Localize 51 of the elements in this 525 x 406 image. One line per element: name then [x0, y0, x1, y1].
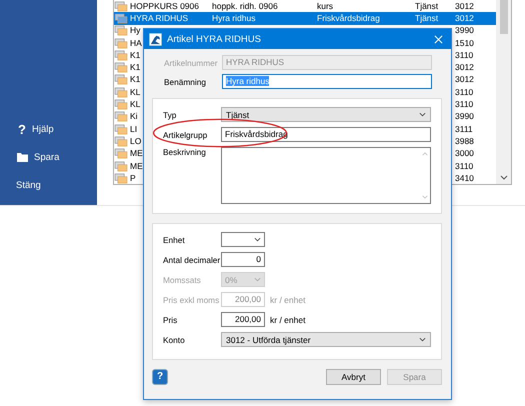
field-label: Pris — [163, 314, 178, 324]
table-cell: P — [130, 172, 136, 184]
table-cell: K1 — [130, 74, 140, 86]
table-cell: 3012 — [455, 0, 474, 12]
table-cell: hoppk. ridh. 0906 — [212, 0, 278, 12]
table-cell: 3000 — [455, 148, 474, 160]
table-cell: 3110 — [455, 99, 474, 110]
table-cell: 3012 — [455, 62, 474, 74]
table-cell: Hy — [130, 25, 140, 36]
unit-label: kr / enhet — [270, 294, 306, 304]
table-cell: 3110 — [455, 86, 474, 98]
table-cell: KL — [130, 86, 140, 98]
table-cell: kurs — [317, 0, 334, 12]
table-cell: LO — [130, 136, 142, 147]
table-cell: 3110 — [455, 50, 474, 61]
table-cell: Tjänst — [415, 12, 438, 24]
table-cell: 3988 — [455, 136, 474, 147]
field-label: Typ — [163, 110, 176, 120]
table-cell: ME — [130, 148, 143, 160]
field-label: Enhet — [163, 234, 185, 244]
table-cell: 3990 — [455, 25, 474, 36]
table-cell: 3110 — [455, 160, 474, 172]
table-cell: 3012 — [455, 12, 474, 24]
table-cell: Ki — [130, 111, 138, 122]
table-cell: 3111 — [455, 124, 473, 135]
field-label: Pris exkl moms — [163, 294, 220, 304]
table-cell: Hyra ridhus — [212, 12, 256, 24]
table-cell: KL — [130, 99, 140, 110]
table-cell: HOPPKURS 0906 — [130, 0, 199, 12]
unit-label: kr / enhet — [270, 314, 306, 324]
field-label: Konto — [163, 334, 185, 344]
field-label: Antal decimaler — [163, 254, 220, 264]
field-label: Artikelnummer — [164, 58, 218, 68]
table-cell: ME — [130, 160, 143, 172]
table-cell: HYRA RIDHUS — [130, 12, 188, 24]
table-cell: 3990 — [455, 111, 474, 122]
field-label: Momssats — [163, 274, 201, 284]
table-cell: Friskvårdsbidrag — [317, 12, 380, 24]
field-label: Benämning — [164, 76, 206, 86]
table-cell: K1 — [130, 50, 140, 61]
table-cell: LI — [130, 124, 138, 135]
table-cell: 1510 — [455, 38, 474, 49]
help-icon: ? — [16, 122, 28, 136]
table-cell: Tjänst — [415, 0, 438, 12]
field-label: Artikelgrupp — [163, 130, 208, 140]
table-cell: 3410 — [455, 172, 474, 184]
field-label: Beskrivning — [163, 147, 206, 157]
table-cell: K1 — [130, 62, 140, 74]
table-cell: HA — [130, 38, 142, 49]
window-title: Artikel HYRA RIDHUS — [167, 34, 262, 44]
table-cell: 3012 — [455, 74, 474, 86]
